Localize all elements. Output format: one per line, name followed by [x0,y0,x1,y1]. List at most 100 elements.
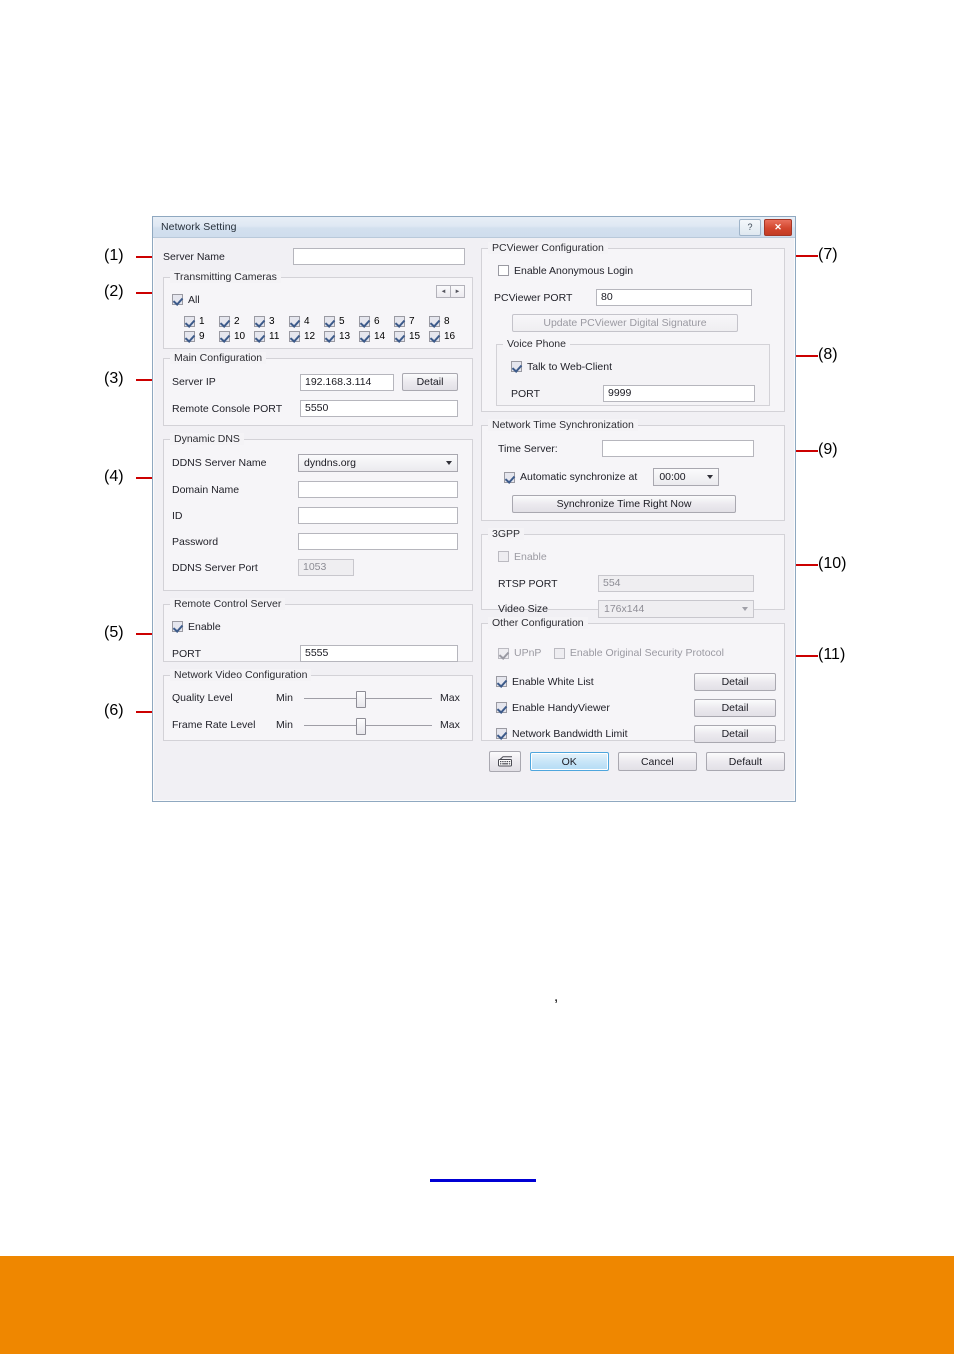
ddns-server-port-input[interactable]: 1053 [298,559,354,576]
original-security-checkbox[interactable]: Enable Original Security Protocol [553,647,724,659]
camera-checkbox-6[interactable]: 6 [359,316,394,327]
default-button[interactable]: Default [705,752,785,771]
camera-prev-icon[interactable]: ◄ [436,285,451,298]
auto-sync-checkbox[interactable]: Automatic synchronize at [504,471,637,483]
link-underline[interactable] [430,1179,536,1182]
talk-to-webclient-checkbox[interactable]: Talk to Web-Client [511,361,612,373]
time-server-input[interactable] [602,440,754,457]
update-digital-signature-button[interactable]: Update PCViewer Digital Signature [512,314,738,332]
camera-checkbox-4[interactable]: 4 [289,316,324,327]
camera-checkbox-8[interactable]: 8 [429,316,464,327]
domain-name-input[interactable] [298,481,458,498]
camera-checkbox-7[interactable]: 7 [394,316,429,327]
voice-phone-port-input[interactable]: 9999 [603,385,755,402]
keyboard-icon[interactable] [489,751,521,772]
handyviewer-detail-button[interactable]: Detail [694,698,776,717]
camera-checkbox-15[interactable]: 15 [394,331,429,342]
camera-checkbox-13[interactable]: 13 [324,331,359,342]
camera-checkbox-3[interactable]: 3 [254,316,289,327]
quality-level-label: Quality Level [172,692,233,704]
camera-label: 6 [374,316,380,327]
quality-min-label: Min [276,692,293,704]
quality-level-slider[interactable] [304,690,432,708]
camera-checkbox-11[interactable]: 11 [254,331,289,342]
bandwidth-limit-detail-button[interactable]: Detail [694,724,776,743]
threegpp-enable-checkbox[interactable]: Enable [498,551,547,563]
checkbox-box [254,316,265,327]
help-icon[interactable]: ? [739,219,761,236]
remote-control-server-title: Remote Control Server [170,598,286,610]
camera-checkbox-12[interactable]: 12 [289,331,324,342]
slider-thumb[interactable] [356,718,367,735]
white-list-detail-button[interactable]: Detail [694,672,776,691]
network-time-sync-group: Network Time Synchronization Time Server… [481,419,785,521]
camera-checkbox-2[interactable]: 2 [219,316,254,327]
checkbox-box [496,676,507,687]
remote-control-port-input[interactable]: 5555 [300,645,458,662]
camera-checkbox-14[interactable]: 14 [359,331,394,342]
rtsp-port-input[interactable]: 554 [598,575,754,592]
checkbox-box [289,316,300,327]
camera-checkbox-10[interactable]: 10 [219,331,254,342]
video-size-select[interactable]: 176x144 [598,600,754,618]
camera-row: 1 2 3 4 5 6 7 8 [172,316,464,327]
voice-phone-group: Voice Phone Talk to Web-Client PORT 9999 [496,338,770,406]
ddns-password-label: Password [172,535,219,548]
bandwidth-limit-checkbox[interactable]: Network Bandwidth Limit [496,728,628,740]
domain-name-label: Domain Name [172,483,240,496]
ddns-id-input[interactable] [298,507,458,524]
camera-label: 12 [304,331,316,342]
anonymous-login-checkbox[interactable]: Enable Anonymous Login [498,265,633,277]
server-ip-detail-button[interactable]: Detail [402,373,458,391]
ddns-server-name-value: dyndns.org [304,457,356,469]
camera-label: 2 [234,316,240,327]
voice-phone-port-label: PORT [511,387,540,400]
pcviewer-port-label: PCViewer PORT [494,291,573,304]
transmitting-cameras-group: Transmitting Cameras ◄ ► All 12345678 91… [163,271,473,349]
camera-checkbox-1[interactable]: 1 [184,316,219,327]
camera-checkbox-9[interactable]: 9 [184,331,219,342]
network-time-sync-title: Network Time Synchronization [488,419,638,431]
bandwidth-limit-label: Network Bandwidth Limit [512,727,628,740]
checkbox-box [429,331,440,342]
auto-sync-time-select[interactable]: 00:00 [653,468,720,486]
chevron-down-icon [707,475,714,479]
callout-8: (8) [818,346,838,363]
dialog-titlebar[interactable]: Network Setting ? ✕ [153,217,795,238]
server-ip-label: Server IP [172,376,216,388]
camera-next-icon[interactable]: ► [451,285,465,298]
slider-thumb[interactable] [356,691,367,708]
camera-all-checkbox[interactable]: All [172,294,200,306]
checkbox-box [429,316,440,327]
checkbox-box [498,265,509,276]
ddns-server-name-select[interactable]: dyndns.org [298,454,458,472]
dialog-footer: OK Cancel Default [481,751,785,772]
ok-button[interactable]: OK [529,752,609,771]
main-configuration-group: Main Configuration Server IP 192.168.3.1… [163,352,473,426]
dialog-title: Network Setting [161,221,237,233]
frame-rate-min-label: Min [276,719,293,731]
server-name-input[interactable] [293,248,465,265]
server-name-label: Server Name [163,250,225,263]
camera-checkbox-5[interactable]: 5 [324,316,359,327]
handyviewer-checkbox[interactable]: Enable HandyViewer [496,702,610,714]
threegpp-group: 3GPP Enable RTSP PORT 554 Video Size 176… [481,528,785,618]
checkbox-box [359,331,370,342]
remote-control-enable-checkbox[interactable]: Enable [172,621,221,633]
camera-checkbox-16[interactable]: 16 [429,331,464,342]
checkbox-box [184,331,195,342]
upnp-label: UPnP [514,647,542,659]
ddns-password-input[interactable] [298,533,458,550]
synchronize-now-button[interactable]: Synchronize Time Right Now [512,495,736,513]
upnp-checkbox[interactable]: UPnP [498,647,541,659]
close-icon[interactable]: ✕ [764,219,792,236]
camera-label: 15 [409,331,421,342]
remote-console-port-input[interactable]: 5550 [300,400,458,417]
white-list-checkbox[interactable]: Enable White List [496,676,594,688]
pcviewer-port-input[interactable]: 80 [596,289,752,306]
pcviewer-configuration-group: PCViewer Configuration Enable Anonymous … [481,242,785,412]
frame-rate-level-slider[interactable] [304,717,432,735]
server-ip-input[interactable]: 192.168.3.114 [300,373,394,391]
video-size-value: 176x144 [604,603,645,615]
cancel-button[interactable]: Cancel [617,752,697,771]
